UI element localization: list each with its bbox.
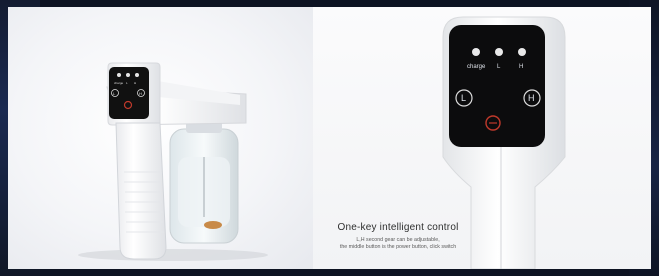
product-photo-sprayer [8,7,313,269]
h-button-label: H [528,93,535,103]
sprayer-h-button-label: H [139,91,142,96]
caption-line-2: the middle button is the power button, c… [339,243,457,250]
sprayer-l-button-label: L [113,91,116,96]
charge-indicator-light [472,48,480,56]
feature-caption: One-key intelligent control L,H second g… [313,222,483,250]
sprayer-h-label: H [134,81,137,85]
l-button-label: L [461,93,467,103]
h-indicator-light [518,48,526,56]
product-photo-control-closeup: charge L H L H One-key intelligent contr… [313,7,651,269]
sprayer-charge-label: charge [114,81,124,85]
h-indicator-label: H [519,64,524,70]
charge-indicator-label: charge [467,64,486,70]
sprayer-l-label: L [126,81,128,85]
l-indicator-light [495,48,503,56]
l-indicator-label: L [497,64,501,70]
caption-title: One-key intelligent control [337,222,459,233]
sprayer-illustration [78,62,268,261]
